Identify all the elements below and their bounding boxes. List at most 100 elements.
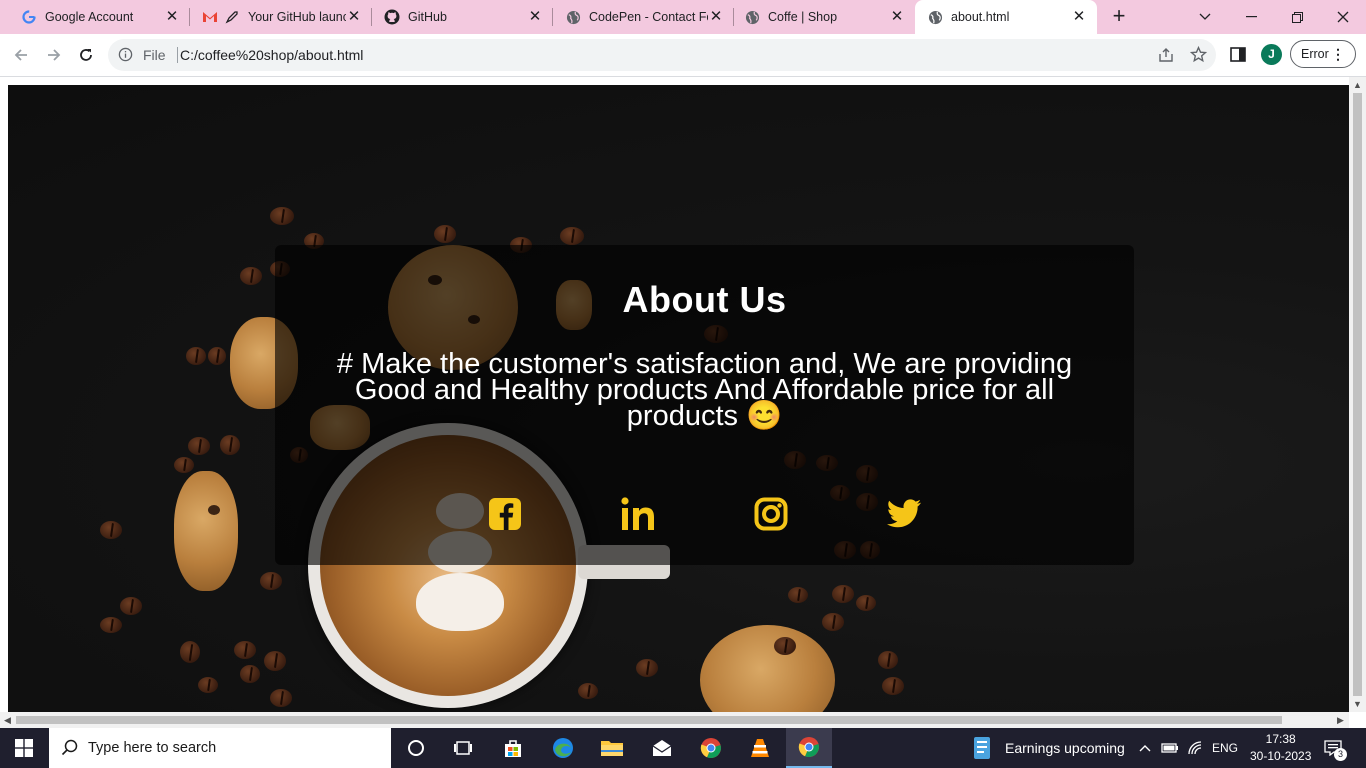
clock-time: 17:38: [1265, 732, 1296, 746]
file-explorer-button[interactable]: [596, 732, 628, 764]
close-window-button[interactable]: [1320, 0, 1366, 34]
instagram-icon: [754, 497, 788, 531]
close-icon[interactable]: ✕: [708, 9, 724, 25]
chrome-icon: [798, 737, 819, 758]
coffee-bean: [270, 689, 292, 707]
browser-toolbar: File C:/coffee%20shop/about.html J Error…: [0, 34, 1366, 77]
about-card: About Us # Make the customer's satisfact…: [275, 245, 1134, 565]
bookmark-star-icon[interactable]: [1189, 45, 1208, 68]
close-icon[interactable]: ✕: [1071, 9, 1087, 25]
vlc-icon: [751, 739, 769, 757]
network-indicator[interactable]: [1188, 728, 1204, 768]
address-bar[interactable]: File C:/coffee%20shop/about.html: [108, 39, 1216, 71]
new-tab-button[interactable]: +: [1108, 5, 1130, 28]
scrollbar-thumb[interactable]: [16, 716, 1282, 724]
tab-search-button[interactable]: [1182, 0, 1228, 34]
chevron-up-icon: [1139, 745, 1151, 752]
latte-art: [416, 573, 504, 631]
battery-indicator[interactable]: [1161, 728, 1179, 768]
chrome-active-button[interactable]: [786, 728, 832, 768]
mail-icon: [652, 740, 672, 756]
show-hidden-icons[interactable]: [1139, 728, 1151, 768]
news-icon: [974, 737, 990, 759]
clock-date: 30-10-2023: [1250, 749, 1312, 763]
tab-title: Your GitHub launc: [248, 10, 346, 24]
error-label: Error: [1301, 47, 1329, 61]
url-text[interactable]: C:/coffee%20shop/about.html: [180, 47, 363, 63]
facebook-icon: [489, 498, 521, 530]
side-panel-icon[interactable]: [1230, 47, 1246, 67]
coffee-bean: [234, 641, 256, 659]
mail-button[interactable]: [646, 732, 678, 764]
instagram-link[interactable]: [752, 495, 790, 533]
chocolate-chip: [208, 505, 220, 515]
close-icon[interactable]: ✕: [346, 9, 362, 25]
restore-button[interactable]: [1274, 0, 1320, 34]
back-button[interactable]: [8, 42, 34, 68]
minimize-button[interactable]: [1228, 0, 1274, 34]
share-icon[interactable]: [1158, 47, 1174, 68]
coffee-bean: [220, 435, 240, 455]
tab-gmail[interactable]: Your GitHub launc ✕: [180, 0, 372, 34]
scrollbar-thumb[interactable]: [1353, 93, 1362, 696]
tab-about-active[interactable]: about.html ✕: [915, 0, 1097, 34]
tab-title: Google Account: [45, 10, 134, 24]
vertical-scrollbar[interactable]: ▲ ▼: [1349, 77, 1366, 712]
close-icon[interactable]: ✕: [164, 9, 180, 25]
google-icon: [21, 9, 37, 25]
task-view-icon: [454, 741, 472, 755]
forward-button[interactable]: [41, 42, 67, 68]
restore-icon: [1291, 11, 1303, 23]
language-indicator[interactable]: ENG: [1212, 728, 1238, 768]
task-view-button[interactable]: [447, 732, 479, 764]
scroll-right-arrow[interactable]: ▶: [1337, 715, 1344, 726]
cortana-button[interactable]: [400, 732, 432, 764]
edge-button[interactable]: [547, 732, 579, 764]
tab-codepen[interactable]: CodePen - Contact Fo ✕: [553, 0, 734, 34]
tab-title: GitHub: [408, 10, 447, 24]
chevron-down-icon: [1199, 13, 1211, 20]
close-icon[interactable]: ✕: [889, 9, 905, 25]
info-icon[interactable]: [118, 47, 133, 67]
scroll-down-arrow[interactable]: ▼: [1353, 699, 1362, 709]
twitter-link[interactable]: [885, 495, 923, 533]
globe-icon: [744, 9, 760, 25]
arrow-left-icon: [14, 49, 27, 61]
start-button[interactable]: [8, 732, 40, 764]
twitter-icon: [886, 499, 921, 528]
clock[interactable]: 17:38 30-10-2023: [1250, 728, 1311, 768]
error-button[interactable]: Error ⋮: [1290, 40, 1356, 68]
coffee-bean: [198, 677, 218, 693]
tab-coffee-shop[interactable]: Coffe | Shop ✕: [734, 0, 915, 34]
tab-title: about.html: [951, 10, 1010, 24]
chrome-icon: [700, 738, 721, 759]
close-icon[interactable]: ✕: [527, 9, 543, 25]
coffee-bean: [120, 597, 142, 615]
tab-github[interactable]: GitHub ✕: [372, 0, 553, 34]
linkedin-link[interactable]: [619, 495, 657, 533]
reload-button[interactable]: [73, 42, 99, 68]
coffee-bean: [774, 637, 796, 655]
coffee-bean: [878, 651, 898, 669]
windows-taskbar: Type here to search Earnings upcoming EN…: [0, 728, 1366, 768]
globe-icon: [927, 9, 943, 25]
taskbar-search[interactable]: Type here to search: [49, 728, 391, 768]
coffee-bean: [560, 227, 584, 245]
tab-google-account[interactable]: Google Account ✕: [0, 0, 190, 34]
chrome-button[interactable]: [695, 732, 727, 764]
scroll-left-arrow[interactable]: ◀: [4, 715, 11, 726]
scroll-up-arrow[interactable]: ▲: [1353, 80, 1362, 90]
store-button[interactable]: [497, 732, 529, 764]
battery-icon: [1161, 743, 1178, 753]
folder-icon: [601, 741, 623, 756]
notification-center[interactable]: 3: [1324, 728, 1347, 768]
news-widget[interactable]: Earnings upcoming: [972, 728, 1125, 768]
vlc-button[interactable]: [744, 732, 776, 764]
horizontal-scrollbar[interactable]: ◀ ▶: [0, 712, 1349, 728]
hero-background: About Us # Make the customer's satisfact…: [8, 85, 1349, 712]
coffee-bean: [856, 595, 876, 611]
profile-avatar[interactable]: J: [1261, 44, 1282, 65]
coffee-bean: [186, 347, 206, 365]
facebook-link[interactable]: [486, 495, 524, 533]
gmail-icon: [202, 9, 218, 25]
